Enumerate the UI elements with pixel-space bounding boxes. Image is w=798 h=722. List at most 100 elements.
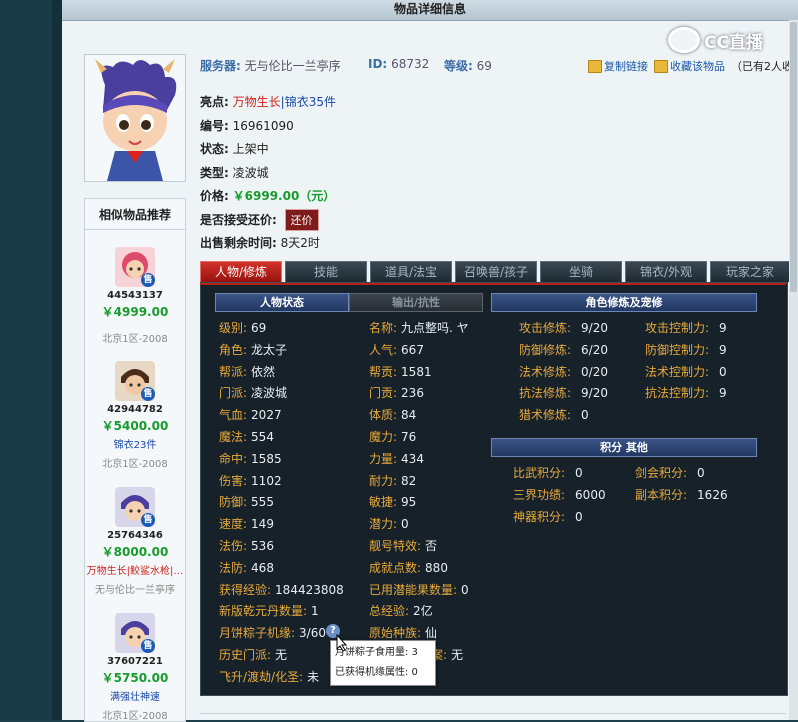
stat-row: 防御修炼: 6/20 — [519, 341, 608, 358]
stat-value: 依然 — [251, 364, 276, 379]
subtab-output[interactable]: 输出/抗性 — [349, 293, 483, 312]
haggle-label: 是否接受还价: — [200, 213, 277, 227]
favorite-button[interactable]: 收藏该物品 — [654, 58, 725, 74]
stat-row: 抗法修炼: 9/20 — [519, 384, 608, 401]
similar-item[interactable]: 售 25764346 ￥8000.00 万物生长|鲛鲨水枪|… 无与伦比一兰亭序 — [85, 487, 185, 596]
stat-label: 耐力: — [369, 473, 398, 488]
left-border — [52, 0, 62, 720]
similar-item-server: 无与伦比一兰亭序 — [95, 585, 175, 596]
stat-label: 门派: — [219, 386, 248, 401]
stat-value: 555 — [251, 495, 274, 510]
haggle-button[interactable]: 还价 — [284, 209, 319, 231]
highlight-tag-2[interactable]: 锦衣35件 — [285, 95, 336, 109]
stat-value: 1585 — [251, 451, 282, 466]
stat-label: 三界功绩: — [513, 487, 566, 502]
subtab-status[interactable]: 人物状态 — [215, 293, 349, 312]
similar-item-tags: 满强壮神速 — [110, 692, 160, 703]
similar-item-server: 北京1区-2008 — [102, 334, 168, 345]
tab-pets[interactable]: 召唤兽/孩子 — [455, 261, 537, 282]
sale-badge: 售 — [141, 273, 155, 287]
favorite-count: （已有2人收藏） — [731, 60, 798, 73]
stat-row: 人气: 667 — [369, 341, 424, 358]
similar-item[interactable]: 售 37607221 ￥5750.00 满强壮神速 北京1区-2008 — [85, 613, 185, 722]
tab-appearance[interactable]: 锦衣/外观 — [625, 261, 707, 282]
status-row: 状态: 上架中 — [200, 140, 269, 157]
price-value: ￥6999.00（元） — [232, 189, 336, 203]
stat-value: 九点整吗. ヤ — [401, 321, 469, 335]
similar-item[interactable]: 售 42944782 ￥5400.00 锦衣23件 北京1区-2008 — [85, 361, 185, 470]
stat-label: 敏捷: — [369, 495, 398, 510]
item-thumbnail[interactable]: 售 — [115, 613, 155, 653]
left-background — [0, 0, 52, 720]
stat-row: 比武积分: 0 — [513, 464, 583, 481]
stat-row: 气血: 2027 — [219, 406, 282, 423]
similar-item-id: 25764346 — [107, 530, 163, 541]
item-thumbnail[interactable]: 售 — [115, 247, 155, 287]
stat-row: 历史门派: 无 — [219, 646, 287, 663]
similar-item-price: ￥8000.00 — [101, 545, 169, 559]
id-info: ID: 68732 — [368, 57, 429, 71]
stat-row: 飞升/渡劫/化圣: 未 — [219, 668, 319, 685]
tab-character[interactable]: 人物/修炼 — [200, 261, 282, 282]
stat-label: 速度: — [219, 517, 248, 532]
price-label: 价格: — [200, 189, 229, 203]
stat-label: 防御: — [219, 495, 248, 510]
character-panel: 人物状态 输出/抗性 角色修炼及宠修 积分 其他 级别: 69 角色: 龙太子 帮派: 依… — [200, 282, 788, 696]
cultivation-header: 角色修炼及宠修 — [491, 293, 757, 312]
tooltip-line: 已获得机缘属性: 0 — [335, 667, 418, 678]
stat-label: 法防: — [219, 560, 248, 575]
stat-label: 帮贡: — [369, 364, 398, 379]
status-label: 状态: — [200, 142, 229, 156]
item-thumbnail[interactable]: 售 — [115, 487, 155, 527]
level-label: 等级: — [444, 59, 473, 73]
stat-value: 2027 — [251, 408, 282, 423]
stat-row: 体质: 84 — [369, 406, 416, 423]
stat-value: 1102 — [251, 473, 282, 488]
stat-value: 3/60 — [299, 626, 326, 641]
highlight-tag-1[interactable]: 万物生长 — [233, 95, 281, 109]
stat-value: 9 — [719, 321, 727, 335]
stat-label: 新版乾元丹数量: — [219, 604, 308, 619]
stat-row: 神器积分: 0 — [513, 508, 583, 525]
stat-value: 否 — [425, 539, 438, 553]
panel-top-border — [200, 283, 786, 285]
stat-row: 帮贡: 1581 — [369, 363, 432, 380]
stat-label: 级别: — [219, 321, 248, 335]
stat-label: 月饼粽子机缘: — [219, 626, 296, 641]
similar-item[interactable]: 售 44543137 ￥4999.00 北京1区-2008 — [85, 247, 185, 345]
copy-link-button[interactable]: 复制链接 — [588, 58, 648, 74]
stat-row: 靓号特效: 否 — [369, 537, 437, 554]
similar-item-server: 北京1区-2008 — [102, 459, 168, 470]
bottom-divider — [200, 713, 786, 714]
stat-row: 原始种族: 仙 — [369, 624, 437, 641]
stat-value: 1581 — [401, 364, 432, 379]
stat-label: 攻击修炼: — [519, 321, 572, 335]
stat-value: 0 — [575, 466, 583, 480]
tab-mounts[interactable]: 坐骑 — [540, 261, 622, 282]
similar-item-tags: 万物生长|鲛鲨水枪|… — [86, 566, 184, 577]
tab-items[interactable]: 道具/法宝 — [370, 261, 452, 282]
stat-label: 帮派: — [219, 364, 248, 379]
tab-home[interactable]: 玩家之家 — [710, 261, 790, 282]
tab-skills[interactable]: 技能 — [285, 261, 367, 282]
stat-row: 三界功绩: 6000 — [513, 486, 606, 503]
stat-value: 9/20 — [581, 386, 608, 401]
stat-row: 门派: 凌波城 — [219, 384, 287, 401]
serial-row: 编号: 16961090 — [200, 117, 294, 134]
item-thumbnail[interactable]: 售 — [115, 361, 155, 401]
stat-label: 攻击控制力: — [645, 321, 710, 335]
stat-value: 554 — [251, 430, 274, 444]
stat-row: 魔法: 554 — [219, 428, 274, 445]
stat-label: 已用潜能果数量: — [369, 582, 458, 597]
stat-row: 总经验: 2亿 — [369, 602, 433, 619]
stat-value: 880 — [425, 560, 448, 575]
copy-icon — [588, 59, 602, 73]
stat-row: 耐力: 82 — [369, 472, 416, 489]
stat-row: 敏捷: 95 — [369, 493, 416, 510]
stat-label: 猎术修炼: — [519, 408, 572, 423]
scrollbar-thumb[interactable] — [790, 22, 797, 292]
price-row: 价格: ￥6999.00（元） — [200, 187, 335, 204]
server-value: 无与伦比一兰亭序 — [244, 59, 341, 73]
server-info: 服务器: 无与伦比一兰亭序 — [200, 57, 341, 74]
stat-value: 凌波城 — [251, 386, 288, 401]
